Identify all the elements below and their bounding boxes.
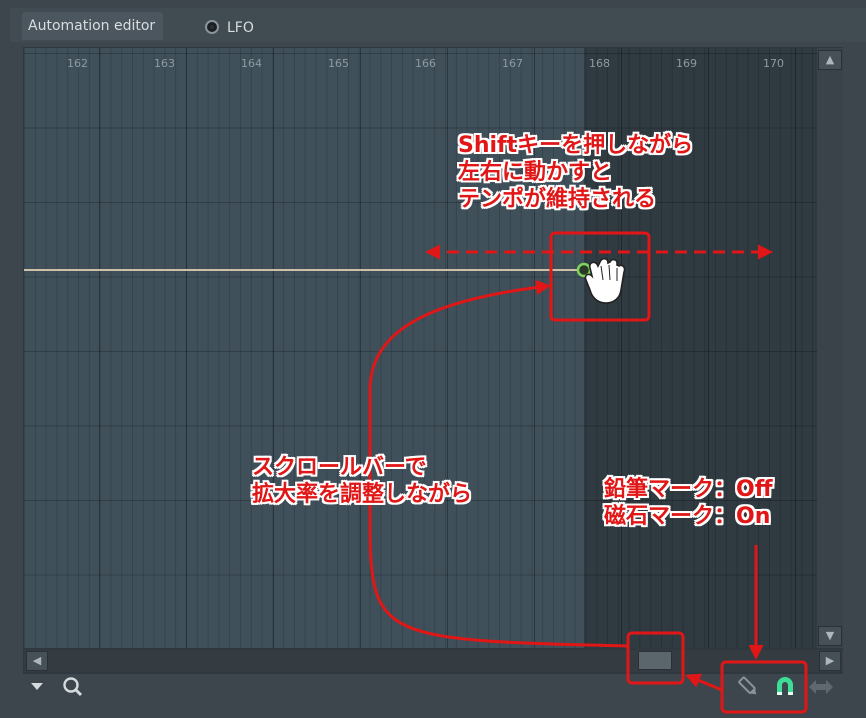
scrollbar-annotation: スクロールバーで 拡大率を調整しながら [252, 455, 473, 507]
hand-cursor-icon [584, 257, 626, 304]
thumb-highlight-box [626, 631, 685, 685]
tools-to-thumb-arrow [685, 673, 723, 692]
tools-highlight-box [720, 660, 808, 714]
tools-annotation: 鉛筆マーク：Off 磁石マーク：On [604, 477, 773, 529]
shift-annotation: Shiftキーを押しながら 左右に動かすと テンポが維持される [458, 133, 694, 212]
annotation-overlay [368, 231, 808, 714]
